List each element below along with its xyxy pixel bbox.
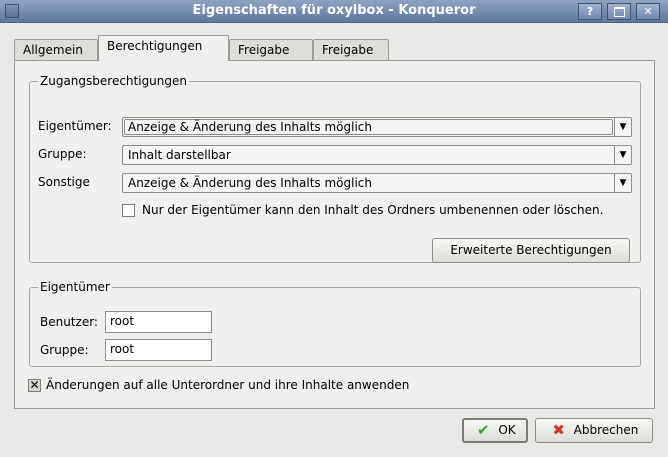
chevron-down-icon: ▼ (614, 174, 631, 192)
ownership-legend: Eigentümer (38, 280, 112, 294)
tab-panel: Zugangsberechtigungen Eigentümer: Anzeig… (14, 60, 655, 409)
only-owner-checkbox[interactable] (122, 204, 135, 217)
owner-group-label: Gruppe: (40, 343, 89, 357)
cancel-icon: ✖ (552, 421, 565, 439)
access-permissions-group: Zugangsberechtigungen Eigentümer: Anzeig… (29, 74, 641, 263)
user-field[interactable]: root (105, 311, 212, 333)
apply-recursive-label: Änderungen auf alle Unterordner und ihre… (46, 378, 410, 392)
ownership-group: Eigentümer Benutzer: root Gruppe: root (29, 280, 641, 367)
maximize-icon (613, 7, 625, 17)
tab-freigabe-1[interactable]: Freigabe (229, 39, 313, 60)
checkmark-icon: ✔ (477, 421, 490, 439)
tab-berechtigungen[interactable]: Berechtigungen (98, 35, 229, 61)
close-icon: ✕ (643, 5, 653, 18)
window-title: Eigenschaften für oxylbox - Konqueror (192, 3, 476, 18)
title-bar[interactable]: Eigenschaften für oxylbox - Konqueror ? … (0, 0, 668, 23)
others-permission-select[interactable]: Anzeige & Änderung des Inhalts möglich ▼ (122, 173, 632, 193)
advanced-permissions-button[interactable]: Erweiterte Berechtigungen (432, 238, 630, 263)
user-label: Benutzer: (40, 315, 98, 329)
others-permission-label: Sonstige (38, 175, 90, 189)
tab-allgemein[interactable]: Allgemein (14, 39, 98, 60)
group-permission-label: Gruppe: (38, 147, 87, 161)
help-button[interactable]: ? (578, 3, 602, 20)
cancel-button[interactable]: ✖ Abbrechen (535, 418, 653, 443)
chevron-down-icon: ▼ (614, 146, 631, 164)
tab-freigabe-2[interactable]: Freigabe (313, 39, 389, 60)
chevron-down-icon: ▼ (614, 118, 631, 136)
only-owner-label: Nur der Eigentümer kann den Inhalt des O… (142, 203, 604, 217)
apply-recursive-checkbox[interactable]: ✕ (28, 379, 41, 392)
maximize-button[interactable] (607, 3, 631, 20)
close-button[interactable]: ✕ (636, 3, 660, 20)
group-permission-select[interactable]: Inhalt darstellbar ▼ (122, 145, 632, 165)
owner-permission-label: Eigentümer: (38, 119, 112, 133)
owner-permission-select[interactable]: Anzeige & Änderung des Inhalts möglich ▼ (122, 117, 632, 137)
ok-button[interactable]: ✔ OK (462, 418, 528, 443)
access-permissions-legend: Zugangsberechtigungen (38, 74, 189, 88)
owner-group-field[interactable]: root (105, 339, 212, 361)
